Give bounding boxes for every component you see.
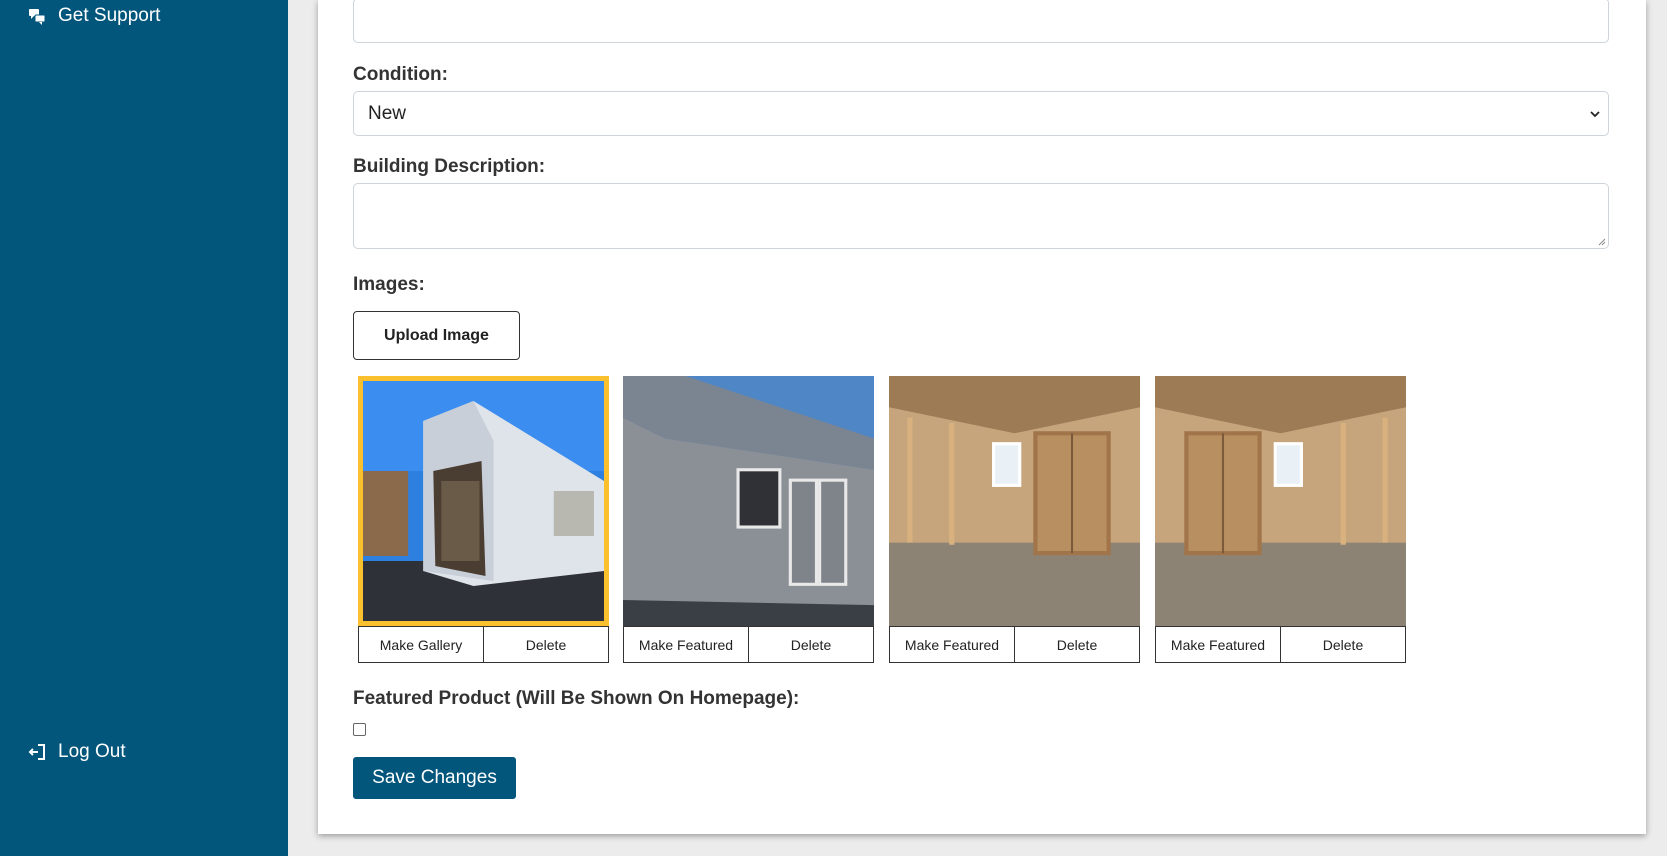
resize-handle-icon[interactable] bbox=[1598, 238, 1606, 246]
building-photo bbox=[1155, 376, 1406, 626]
upload-image-button[interactable]: Upload Image bbox=[353, 311, 520, 360]
get-support-link[interactable]: Get Support bbox=[28, 5, 160, 27]
edit-building-form: Condition: New Building Description: Ima… bbox=[318, 0, 1646, 834]
condition-select-value: New bbox=[368, 102, 407, 124]
building-description-textarea[interactable] bbox=[353, 183, 1609, 249]
photo-interior-left bbox=[889, 376, 1140, 626]
image-card: Make Featured Delete bbox=[623, 376, 874, 663]
photo-interior-right bbox=[1155, 376, 1406, 626]
image-card: Make Featured Delete bbox=[1155, 376, 1406, 663]
delete-image-button[interactable]: Delete bbox=[1015, 626, 1140, 663]
featured-product-checkbox[interactable] bbox=[353, 723, 366, 736]
log-out-link[interactable]: Log Out bbox=[28, 741, 126, 763]
building-photo bbox=[623, 376, 874, 626]
delete-image-button[interactable]: Delete bbox=[749, 626, 874, 663]
make-featured-button[interactable]: Make Featured bbox=[1155, 626, 1281, 663]
top-text-input[interactable] bbox=[353, 0, 1609, 43]
make-gallery-button[interactable]: Make Gallery bbox=[358, 626, 484, 663]
log-out-label: Log Out bbox=[58, 741, 126, 762]
building-description-label: Building Description: bbox=[353, 156, 546, 177]
make-featured-button[interactable]: Make Featured bbox=[889, 626, 1015, 663]
building-photo bbox=[358, 376, 609, 626]
condition-label: Condition: bbox=[353, 64, 448, 85]
get-support-label: Get Support bbox=[58, 5, 161, 26]
sign-out-icon bbox=[28, 744, 45, 760]
photo-exterior-barn bbox=[363, 381, 604, 621]
images-label: Images: bbox=[353, 274, 425, 295]
featured-product-label: Featured Product (Will Be Shown On Homep… bbox=[353, 688, 800, 709]
make-featured-button[interactable]: Make Featured bbox=[623, 626, 749, 663]
building-photo bbox=[889, 376, 1140, 626]
comments-icon bbox=[29, 9, 46, 25]
delete-image-button[interactable]: Delete bbox=[1281, 626, 1406, 663]
sidebar: Get Support Log Out bbox=[0, 0, 288, 856]
image-card: Make Featured Delete bbox=[889, 376, 1140, 663]
chevron-down-icon bbox=[1590, 111, 1600, 118]
condition-select[interactable]: New bbox=[353, 91, 1609, 136]
photo-gray-shed bbox=[623, 376, 874, 626]
save-changes-button[interactable]: Save Changes bbox=[353, 757, 516, 799]
image-card: Make Gallery Delete bbox=[358, 376, 609, 663]
delete-image-button[interactable]: Delete bbox=[484, 626, 609, 663]
